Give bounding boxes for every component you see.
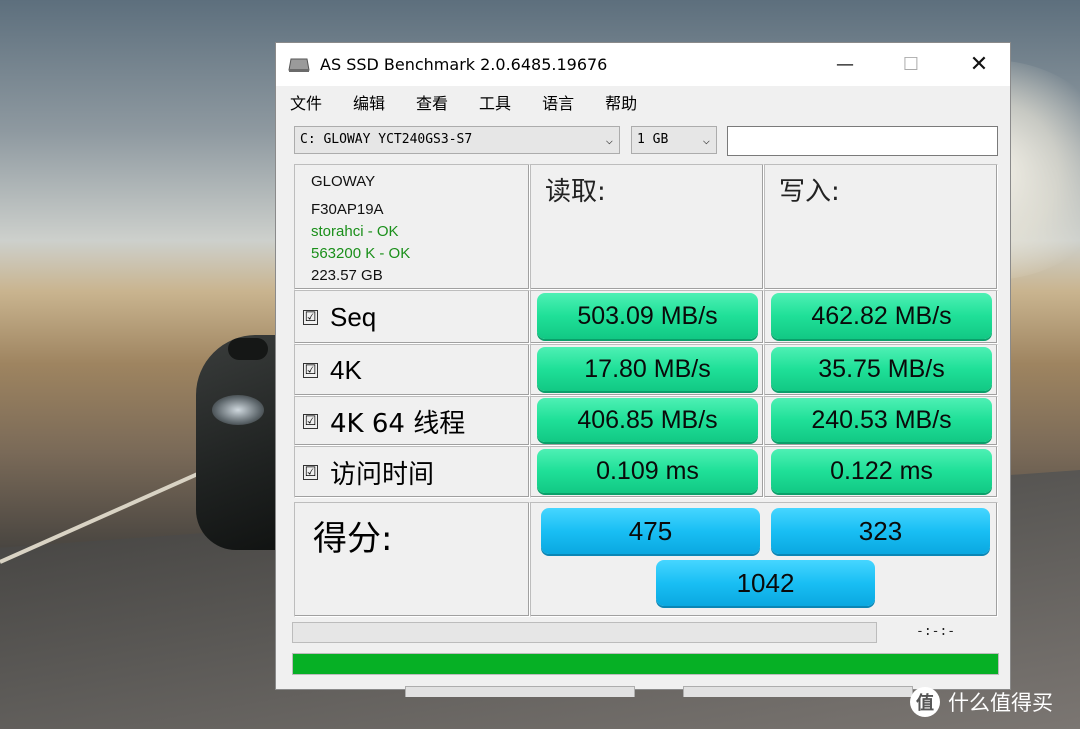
size-select[interactable]: 1 GB ⌵ [631, 126, 717, 154]
seq-read-value: 503.09 MB/s [537, 293, 758, 339]
window-title: AS SSD Benchmark 2.0.6485.19676 [320, 55, 608, 74]
chevron-down-icon: ⌵ [702, 133, 710, 147]
toolbar-selects: C: GLOWAY YCT240GS3-S7 ⌵ 1 GB ⌵ [294, 126, 998, 156]
watermark-text: 什么值得买 [948, 691, 1053, 715]
test-label-4k: 4K [330, 354, 362, 385]
alignment-status: 563200 K - OK [311, 245, 411, 262]
watermark-logo: 值 [910, 687, 940, 717]
overall-progress-bar [292, 653, 999, 675]
test-row-4k-64[interactable]: ☑ 4K 64 线程 [294, 396, 530, 446]
test-row-access-time[interactable]: ☑ 访问时间 [294, 446, 530, 498]
title-bar[interactable]: AS SSD Benchmark 2.0.6485.19676 — ☐ ✕ [276, 43, 1010, 86]
size-select-value: 1 GB [637, 132, 669, 147]
elapsed-time: -:-:- [916, 624, 956, 639]
drive-firmware: F30AP19A [311, 201, 384, 218]
driver-status: storahci - OK [311, 223, 399, 240]
start-button[interactable] [405, 686, 635, 697]
read-header-cell: 读取: [530, 164, 764, 290]
menu-edit[interactable]: 编辑 [353, 90, 385, 114]
abort-button[interactable] [683, 686, 913, 697]
test-label-4k-64: 4K 64 线程 [330, 408, 466, 439]
drive-select-value: C: GLOWAY YCT240GS3-S7 [300, 132, 473, 147]
maximize-button[interactable]: ☐ [888, 43, 934, 86]
menu-bar: 文件 编辑 查看 工具 语言 帮助 [276, 86, 1010, 118]
text-field[interactable] [727, 126, 998, 156]
access-read-value: 0.109 ms [537, 449, 758, 493]
menu-file[interactable]: 文件 [290, 90, 322, 114]
score-total: 1042 [656, 560, 875, 606]
drive-app-icon [288, 58, 310, 72]
as-ssd-window: AS SSD Benchmark 2.0.6485.19676 — ☐ ✕ 文件… [275, 42, 1011, 690]
write-header: 写入: [779, 177, 840, 207]
4k-read-value: 17.80 MB/s [537, 347, 758, 391]
seq-write-value: 462.82 MB/s [771, 293, 992, 339]
checkbox-4k[interactable]: ☑ [303, 362, 318, 378]
overall-progress-fill [293, 654, 998, 674]
checkbox-seq[interactable]: ☑ [303, 309, 318, 325]
wallpaper-car-headlight [212, 395, 264, 425]
menu-tools[interactable]: 工具 [479, 90, 511, 114]
score-label-cell: 得分: [294, 502, 530, 617]
score-write: 323 [771, 508, 990, 554]
read-header: 读取: [545, 177, 606, 207]
menu-help[interactable]: 帮助 [605, 90, 637, 114]
access-write-value: 0.122 ms [771, 449, 992, 493]
test-row-seq[interactable]: ☑ Seq [294, 290, 530, 344]
drive-vendor: GLOWAY [311, 173, 376, 190]
menu-language[interactable]: 语言 [542, 90, 574, 114]
4k64-read-value: 406.85 MB/s [537, 398, 758, 442]
menu-view[interactable]: 查看 [416, 90, 448, 114]
write-header-cell: 写入: [764, 164, 998, 290]
chevron-down-icon: ⌵ [605, 133, 613, 147]
drive-select[interactable]: C: GLOWAY YCT240GS3-S7 ⌵ [294, 126, 620, 154]
close-button[interactable]: ✕ [956, 43, 1002, 86]
drive-info-panel: GLOWAY F30AP19A storahci - OK 563200 K -… [294, 164, 530, 290]
score-label: 得分: [313, 519, 393, 559]
test-row-4k[interactable]: ☑ 4K [294, 344, 530, 396]
test-label-seq: Seq [330, 301, 377, 332]
drive-capacity: 223.57 GB [311, 267, 383, 284]
score-read: 475 [541, 508, 760, 554]
results-grid: GLOWAY F30AP19A storahci - OK 563200 K -… [294, 164, 998, 617]
4k-write-value: 35.75 MB/s [771, 347, 992, 391]
checkbox-access-time[interactable]: ☑ [303, 464, 318, 480]
wallpaper-car-mirror [228, 338, 268, 360]
test-progress-bar [292, 622, 877, 643]
minimize-button[interactable]: — [822, 43, 868, 86]
checkbox-4k-64[interactable]: ☑ [303, 413, 318, 429]
4k64-write-value: 240.53 MB/s [771, 398, 992, 442]
watermark: 值 什么值得买 [910, 686, 1053, 718]
test-label-access-time: 访问时间 [330, 459, 435, 490]
